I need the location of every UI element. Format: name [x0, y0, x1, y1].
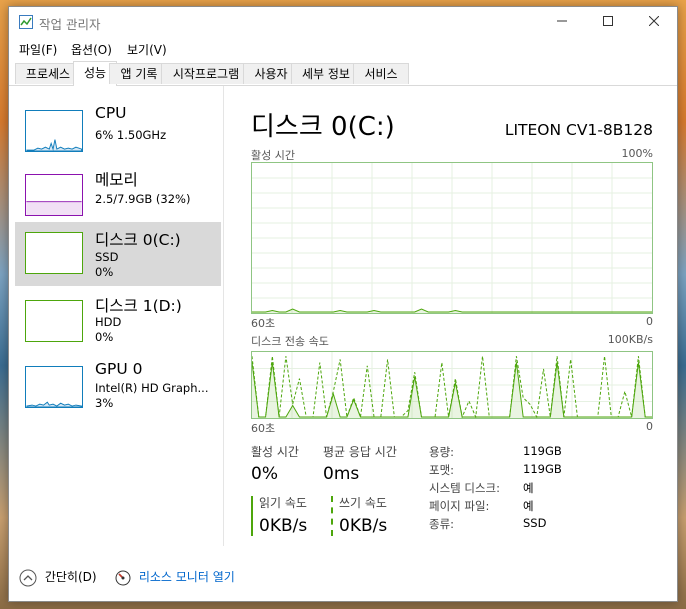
task-manager-icon — [19, 15, 33, 29]
menu-file[interactable]: 파일(F) — [19, 41, 57, 58]
maximize-icon — [603, 16, 613, 26]
close-button[interactable] — [631, 7, 677, 37]
info-capacity-value: 119GB — [523, 444, 562, 458]
info-page-file-label: 페이지 파일: — [429, 499, 490, 513]
active-time-graph-max: 100% — [621, 147, 653, 160]
transfer-rate-graph-max: 100KB/s — [607, 333, 653, 346]
menu-view[interactable]: 보기(V) — [127, 41, 167, 58]
cpu-thumbnail-graph — [25, 110, 83, 152]
sidebar-item-title: 디스크 1(D:) — [95, 297, 182, 315]
active-time-graph-min: 0 — [646, 315, 653, 328]
task-manager-window: 작업 관리자 파일(F) 옵션(O) 보기(V) 프로세스 성능 앱 기록 시작… — [8, 6, 678, 602]
sidebar-item-disk-0[interactable]: 디스크 0(C:) SSD 0% — [15, 222, 221, 286]
sidebar-item-value: 0% — [95, 265, 114, 279]
sidebar-item-title: GPU 0 — [95, 360, 143, 378]
info-type-label: 종류: — [429, 517, 455, 531]
active-time-graph — [251, 162, 653, 314]
gpu-thumbnail-graph — [25, 366, 83, 408]
tab-app-history[interactable]: 앱 기록 — [109, 63, 169, 84]
read-speed-value: 0KB/s — [259, 516, 308, 536]
sidebar-item-disk-1[interactable]: 디스크 1(D:) HDD 0% — [15, 292, 221, 352]
minimize-button[interactable] — [539, 7, 585, 37]
active-time-label: 활성 시간 — [251, 445, 299, 459]
read-speed-indicator — [251, 496, 253, 536]
response-time-value: 0ms — [323, 464, 360, 484]
footer-bar: 간단히(D) 리소스 모니터 열기 — [9, 559, 677, 599]
tab-bar: 프로세스 성능 앱 기록 시작프로그램 사용자 세부 정보 서비스 — [9, 61, 677, 86]
close-icon — [648, 15, 660, 27]
disk-0-thumbnail-graph — [25, 232, 83, 274]
chevron-up-icon — [19, 569, 37, 586]
disk-model-name: LITEON CV1-8B128 — [504, 121, 653, 139]
tab-processes[interactable]: 프로세스 — [15, 63, 81, 84]
transfer-rate-graph-label: 디스크 전송 속도 — [251, 335, 329, 348]
write-speed-indicator — [331, 496, 333, 536]
info-capacity-label: 용량: — [429, 445, 455, 459]
performance-content: CPU 6% 1.50GHz 메모리 2.5/7.9GB (32%) 디스크 0… — [9, 86, 677, 546]
sidebar-item-subtitle: Intel(R) HD Graph... — [95, 381, 209, 395]
fewer-details-label: 간단히(D) — [44, 570, 97, 584]
info-format-value: 119GB — [523, 462, 562, 476]
active-time-graph-timespan: 60초 — [251, 317, 276, 330]
maximize-button[interactable] — [585, 7, 631, 37]
active-time-graph-label: 활성 시간 — [251, 149, 295, 162]
menu-options[interactable]: 옵션(O) — [71, 41, 112, 58]
sidebar-item-title: CPU — [95, 104, 127, 122]
memory-thumbnail-graph — [25, 174, 83, 216]
menu-bar: 파일(F) 옵션(O) 보기(V) — [9, 37, 677, 61]
write-speed-value: 0KB/s — [339, 516, 388, 536]
transfer-rate-graph — [251, 351, 653, 419]
sidebar-item-gpu-0[interactable]: GPU 0 Intel(R) HD Graph... 3% — [15, 358, 221, 418]
sidebar-item-value: 0% — [95, 330, 114, 344]
title-bar[interactable]: 작업 관리자 — [9, 7, 677, 37]
write-speed-label: 쓰기 속도 — [339, 496, 387, 510]
transfer-rate-graph-timespan: 60초 — [251, 422, 276, 435]
info-system-disk-label: 시스템 디스크: — [429, 481, 501, 495]
resource-monitor-icon — [115, 570, 131, 585]
tab-details[interactable]: 세부 정보 — [291, 63, 361, 84]
resource-list: CPU 6% 1.50GHz 메모리 2.5/7.9GB (32%) 디스크 0… — [9, 86, 224, 546]
sidebar-item-subtitle: 6% 1.50GHz — [95, 128, 167, 142]
window-title: 작업 관리자 — [39, 17, 101, 32]
info-page-file-value: 예 — [523, 499, 534, 513]
disk-detail-panel: 디스크 0(C:) LITEON CV1-8B128 활성 시간 100% 60… — [249, 86, 669, 546]
sidebar-item-subtitle: HDD — [95, 315, 122, 329]
response-time-label: 평균 응답 시간 — [323, 445, 397, 459]
sidebar-item-subtitle: SSD — [95, 250, 119, 264]
minimize-icon — [557, 20, 567, 22]
sidebar-item-memory[interactable]: 메모리 2.5/7.9GB (32%) — [15, 165, 221, 223]
read-speed-label: 읽기 속도 — [259, 496, 307, 510]
transfer-rate-graph-min: 0 — [646, 420, 653, 433]
sidebar-item-title: 메모리 — [95, 171, 138, 189]
resource-monitor-label: 리소스 모니터 열기 — [138, 570, 235, 584]
resource-monitor-link[interactable]: 리소스 모니터 열기 — [115, 567, 235, 587]
sidebar-item-value: 3% — [95, 396, 114, 410]
page-title: 디스크 0(C:) — [251, 112, 395, 142]
tab-services[interactable]: 서비스 — [353, 63, 409, 84]
info-format-label: 포맷: — [429, 463, 455, 477]
active-time-value: 0% — [251, 464, 278, 484]
sidebar-item-subtitle: 2.5/7.9GB (32%) — [95, 192, 191, 206]
sidebar-item-title: 디스크 0(C:) — [95, 231, 181, 249]
sidebar-item-cpu[interactable]: CPU 6% 1.50GHz — [15, 101, 221, 159]
fewer-details-button[interactable]: 간단히(D) — [19, 567, 97, 587]
disk-1-thumbnail-graph — [25, 300, 83, 342]
info-system-disk-value: 예 — [523, 481, 534, 495]
tab-startup[interactable]: 시작프로그램 — [161, 63, 251, 84]
info-type-value: SSD — [523, 516, 547, 530]
